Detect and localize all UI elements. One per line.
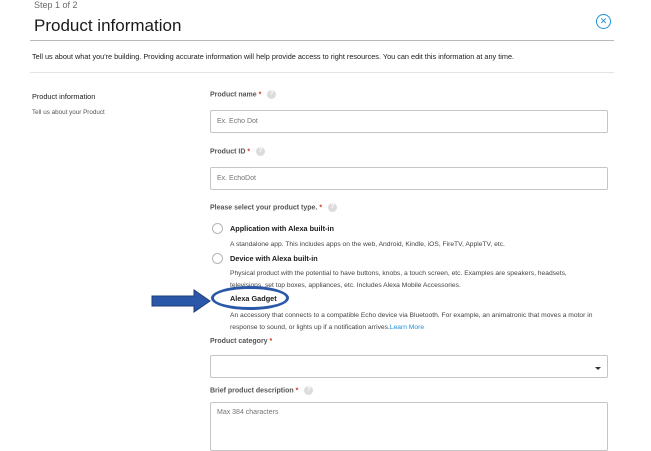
required-marker: * xyxy=(295,387,299,395)
product-id-input[interactable] xyxy=(210,167,608,190)
highlight-ellipse xyxy=(211,286,289,310)
product-category-label: Product category * xyxy=(210,338,273,345)
option-device-label[interactable]: Device with Alexa built-in xyxy=(230,254,318,263)
chevron-down-icon xyxy=(595,367,601,370)
section-title: Product information xyxy=(32,92,96,101)
required-marker: * xyxy=(269,338,273,345)
learn-more-link[interactable]: Learn More xyxy=(390,324,424,331)
radio-device[interactable] xyxy=(212,253,223,264)
help-icon[interactable]: ? xyxy=(256,147,266,156)
page-title: Product information xyxy=(34,16,182,35)
option-application-label[interactable]: Application with Alexa built-in xyxy=(230,224,334,233)
product-id-label: Product ID *? xyxy=(210,147,266,156)
radio-application[interactable] xyxy=(212,223,223,234)
intro-text: Tell us about what you're building. Prov… xyxy=(32,52,515,61)
brief-description-label: Brief product description *? xyxy=(210,386,314,395)
divider xyxy=(30,40,614,41)
product-type-label: Please select your product type. *? xyxy=(210,203,338,212)
annotation-arrow-icon xyxy=(151,289,211,313)
step-indicator: Step 1 of 2 xyxy=(34,0,78,10)
option-application-description: A standalone app. This includes apps on … xyxy=(230,241,505,248)
help-icon[interactable]: ? xyxy=(304,386,314,395)
divider xyxy=(30,72,614,73)
help-icon[interactable]: ? xyxy=(328,203,338,212)
brief-description-textarea[interactable] xyxy=(210,402,608,451)
close-icon[interactable]: ✕ xyxy=(596,14,611,29)
option-device-description: Physical product with the potential to h… xyxy=(230,270,567,289)
help-icon[interactable]: ? xyxy=(267,90,277,99)
product-category-select[interactable] xyxy=(210,355,608,378)
section-subtitle: Tell us about your Product xyxy=(32,109,105,116)
required-marker: * xyxy=(258,91,262,99)
product-name-label: Product name *? xyxy=(210,90,277,99)
required-marker: * xyxy=(319,204,323,212)
product-name-input[interactable] xyxy=(210,110,608,133)
required-marker: * xyxy=(247,148,251,156)
option-alexa-gadget-description: An accessory that connects to a compatib… xyxy=(230,312,593,331)
